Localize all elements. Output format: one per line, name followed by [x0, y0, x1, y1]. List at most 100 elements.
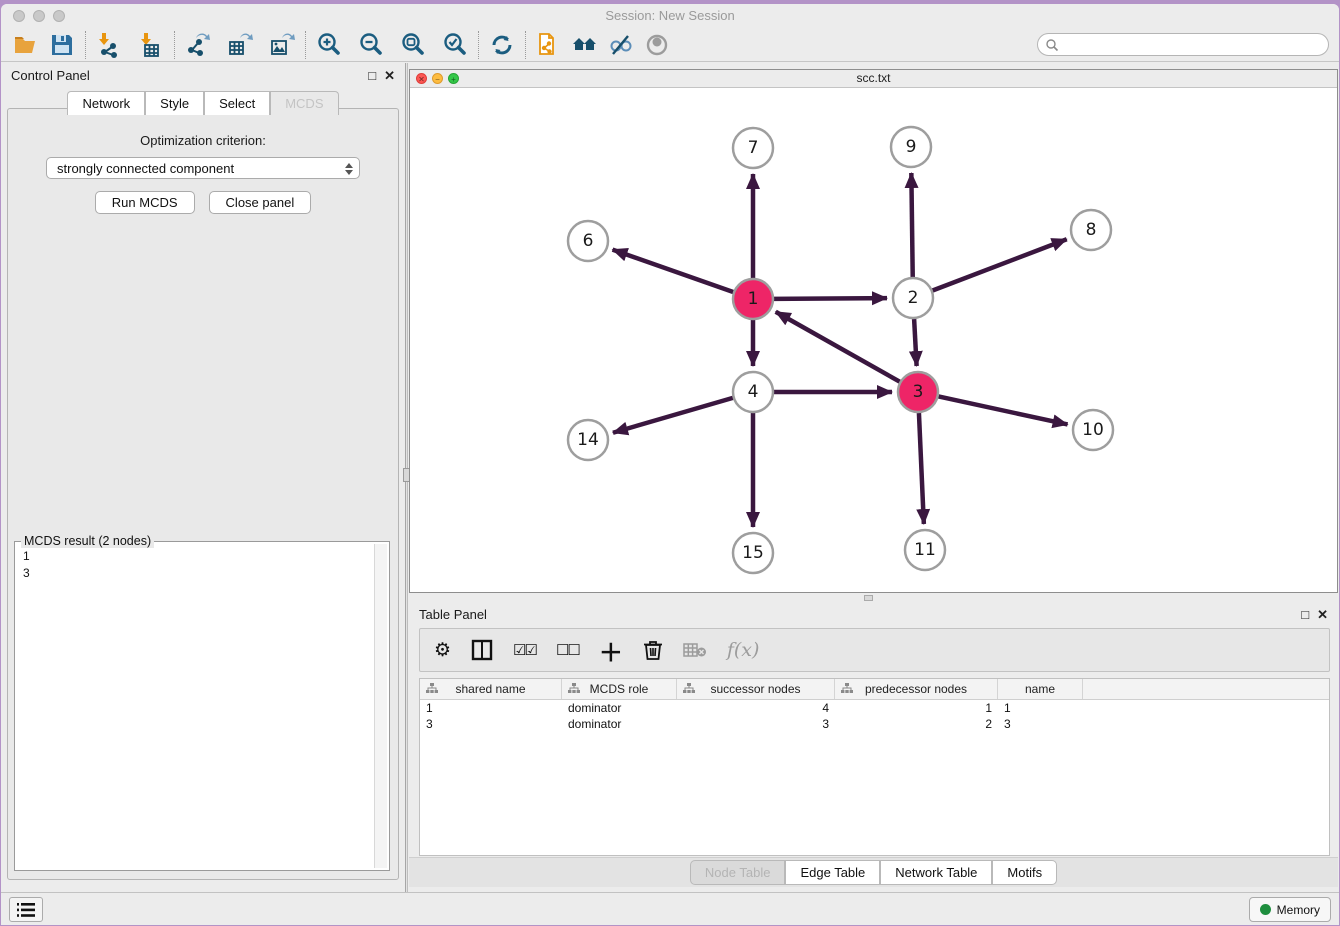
graph-node-9[interactable]: 9: [891, 127, 931, 167]
graph-edge-2-9[interactable]: [911, 173, 912, 277]
mcds-result-list[interactable]: 1 3: [23, 548, 373, 868]
graph-node-3[interactable]: 3: [898, 372, 938, 412]
cell-successor-nodes[interactable]: 4: [677, 700, 835, 716]
run-mcds-button[interactable]: Run MCDS: [95, 191, 195, 214]
zoom-out-icon[interactable]: [356, 31, 386, 59]
float-table-panel-icon[interactable]: □: [1301, 608, 1309, 621]
cell-name[interactable]: 1: [998, 700, 1083, 716]
select-all-icon[interactable]: ☑☑: [513, 641, 536, 659]
delete-table-icon[interactable]: [643, 639, 663, 661]
save-session-icon[interactable]: [47, 31, 77, 59]
column-settings-icon[interactable]: ⚙: [434, 639, 451, 662]
result-line[interactable]: 3: [23, 565, 373, 582]
graph-edge-3-10[interactable]: [939, 396, 1068, 424]
minimize-window-button[interactable]: [33, 10, 45, 22]
graph-edge-2-8[interactable]: [933, 239, 1067, 290]
memory-button[interactable]: Memory: [1249, 897, 1331, 922]
toolbar-separator: [85, 31, 86, 59]
graph-edge-3-11[interactable]: [919, 413, 924, 524]
column-header-mcds-role[interactable]: MCDS role: [562, 679, 677, 699]
graph-edge-1-2[interactable]: [774, 298, 887, 299]
graph-node-4[interactable]: 4: [733, 372, 773, 412]
close-panel-icon[interactable]: ✕: [384, 69, 395, 82]
graph-edge-2-3[interactable]: [914, 319, 917, 366]
graph-node-7[interactable]: 7: [733, 128, 773, 168]
tab-motifs[interactable]: Motifs: [992, 860, 1057, 885]
horizontal-splitter-handle[interactable]: [864, 595, 873, 601]
column-header-shared-name[interactable]: shared name: [420, 679, 562, 699]
graph-node-10[interactable]: 10: [1073, 410, 1113, 450]
import-network-icon[interactable]: [94, 31, 124, 59]
export-table-icon[interactable]: [225, 31, 255, 59]
column-header-predecessor-nodes[interactable]: predecessor nodes: [835, 679, 998, 699]
table-row[interactable]: 3 dominator 3 2 3: [420, 716, 1329, 732]
refresh-layout-icon[interactable]: [487, 31, 517, 59]
zoom-selected-icon[interactable]: [440, 31, 470, 59]
export-network-icon[interactable]: [183, 31, 213, 59]
column-header-name[interactable]: name: [998, 679, 1083, 699]
task-history-button[interactable]: [9, 897, 43, 922]
graph-edge-1-6[interactable]: [613, 250, 734, 292]
graph-canvas[interactable]: 7 9 6 8 1 2 4 3 14 10 15 11: [410, 88, 1339, 592]
graph-node-6[interactable]: 6: [568, 221, 608, 261]
float-panel-icon[interactable]: □: [368, 69, 376, 82]
import-table-icon[interactable]: [136, 31, 166, 59]
table-panel: Table Panel □ ✕ ⚙ ☑☑ ☐☐ ＋: [409, 602, 1338, 892]
cybrowser-home-icon[interactable]: [570, 31, 600, 59]
toolbar-separator: [478, 31, 479, 59]
add-row-icon[interactable]: ＋: [599, 633, 623, 668]
optimization-criterion-dropdown[interactable]: strongly connected component: [46, 157, 360, 179]
zoom-fit-icon[interactable]: [398, 31, 428, 59]
cell-shared-name[interactable]: 1: [420, 700, 562, 716]
graph-node-14[interactable]: 14: [568, 420, 608, 460]
svg-text:9: 9: [906, 137, 917, 157]
cell-mcds-role[interactable]: dominator: [562, 700, 677, 716]
split-view-icon[interactable]: [471, 639, 493, 661]
export-image-icon[interactable]: [267, 31, 297, 59]
tab-mcds[interactable]: MCDS: [270, 91, 338, 115]
graph-edge-4-14[interactable]: [613, 398, 733, 433]
optimization-criterion-label: Optimization criterion:: [8, 133, 398, 148]
clone-network-icon[interactable]: [534, 31, 564, 59]
search-input[interactable]: [1059, 36, 1328, 54]
zoom-in-icon[interactable]: [314, 31, 344, 59]
hierarchy-icon: [841, 683, 853, 695]
network-view-window: ✕ − + scc.txt 7 9 6 8 1 2 4 3 14 10 15 11: [409, 69, 1338, 593]
close-panel-button[interactable]: Close panel: [209, 191, 312, 214]
network-maximize-icon[interactable]: +: [448, 73, 459, 84]
cell-shared-name[interactable]: 3: [420, 716, 562, 732]
network-close-icon[interactable]: ✕: [416, 73, 427, 84]
network-minimize-icon[interactable]: −: [432, 73, 443, 84]
deselect-all-icon[interactable]: ☐☐: [556, 641, 579, 659]
tab-edge-table[interactable]: Edge Table: [785, 860, 880, 885]
hide-glasses-icon[interactable]: [606, 31, 636, 59]
zoom-window-button[interactable]: [53, 10, 65, 22]
close-table-panel-icon[interactable]: ✕: [1317, 608, 1328, 621]
result-line[interactable]: 1: [23, 548, 373, 565]
tab-style[interactable]: Style: [145, 91, 204, 115]
result-scrollbar[interactable]: [374, 544, 387, 868]
network-window-titlebar[interactable]: ✕ − + scc.txt: [410, 70, 1337, 88]
tab-network[interactable]: Network: [67, 91, 145, 115]
toolbar-separator: [305, 31, 306, 59]
table-row[interactable]: 1 dominator 4 1 1: [420, 700, 1329, 716]
graph-node-2[interactable]: 2: [893, 278, 933, 318]
cell-predecessor-nodes[interactable]: 2: [835, 716, 998, 732]
graph-node-15[interactable]: 15: [733, 533, 773, 573]
graph-node-11[interactable]: 11: [905, 530, 945, 570]
control-panel-title: Control Panel: [11, 68, 90, 83]
column-header-successor-nodes[interactable]: successor nodes: [677, 679, 835, 699]
cell-successor-nodes[interactable]: 3: [677, 716, 835, 732]
graph-edge-3-1[interactable]: [776, 312, 900, 382]
graph-node-8[interactable]: 8: [1071, 210, 1111, 250]
close-window-button[interactable]: [13, 10, 25, 22]
tab-select[interactable]: Select: [204, 91, 270, 115]
search-field[interactable]: [1037, 33, 1329, 56]
graph-node-1[interactable]: 1: [733, 279, 773, 319]
cell-name[interactable]: 3: [998, 716, 1083, 732]
cell-predecessor-nodes[interactable]: 1: [835, 700, 998, 716]
open-file-icon[interactable]: [11, 31, 41, 59]
tab-node-table[interactable]: Node Table: [690, 860, 786, 885]
cell-mcds-role[interactable]: dominator: [562, 716, 677, 732]
tab-network-table[interactable]: Network Table: [880, 860, 992, 885]
